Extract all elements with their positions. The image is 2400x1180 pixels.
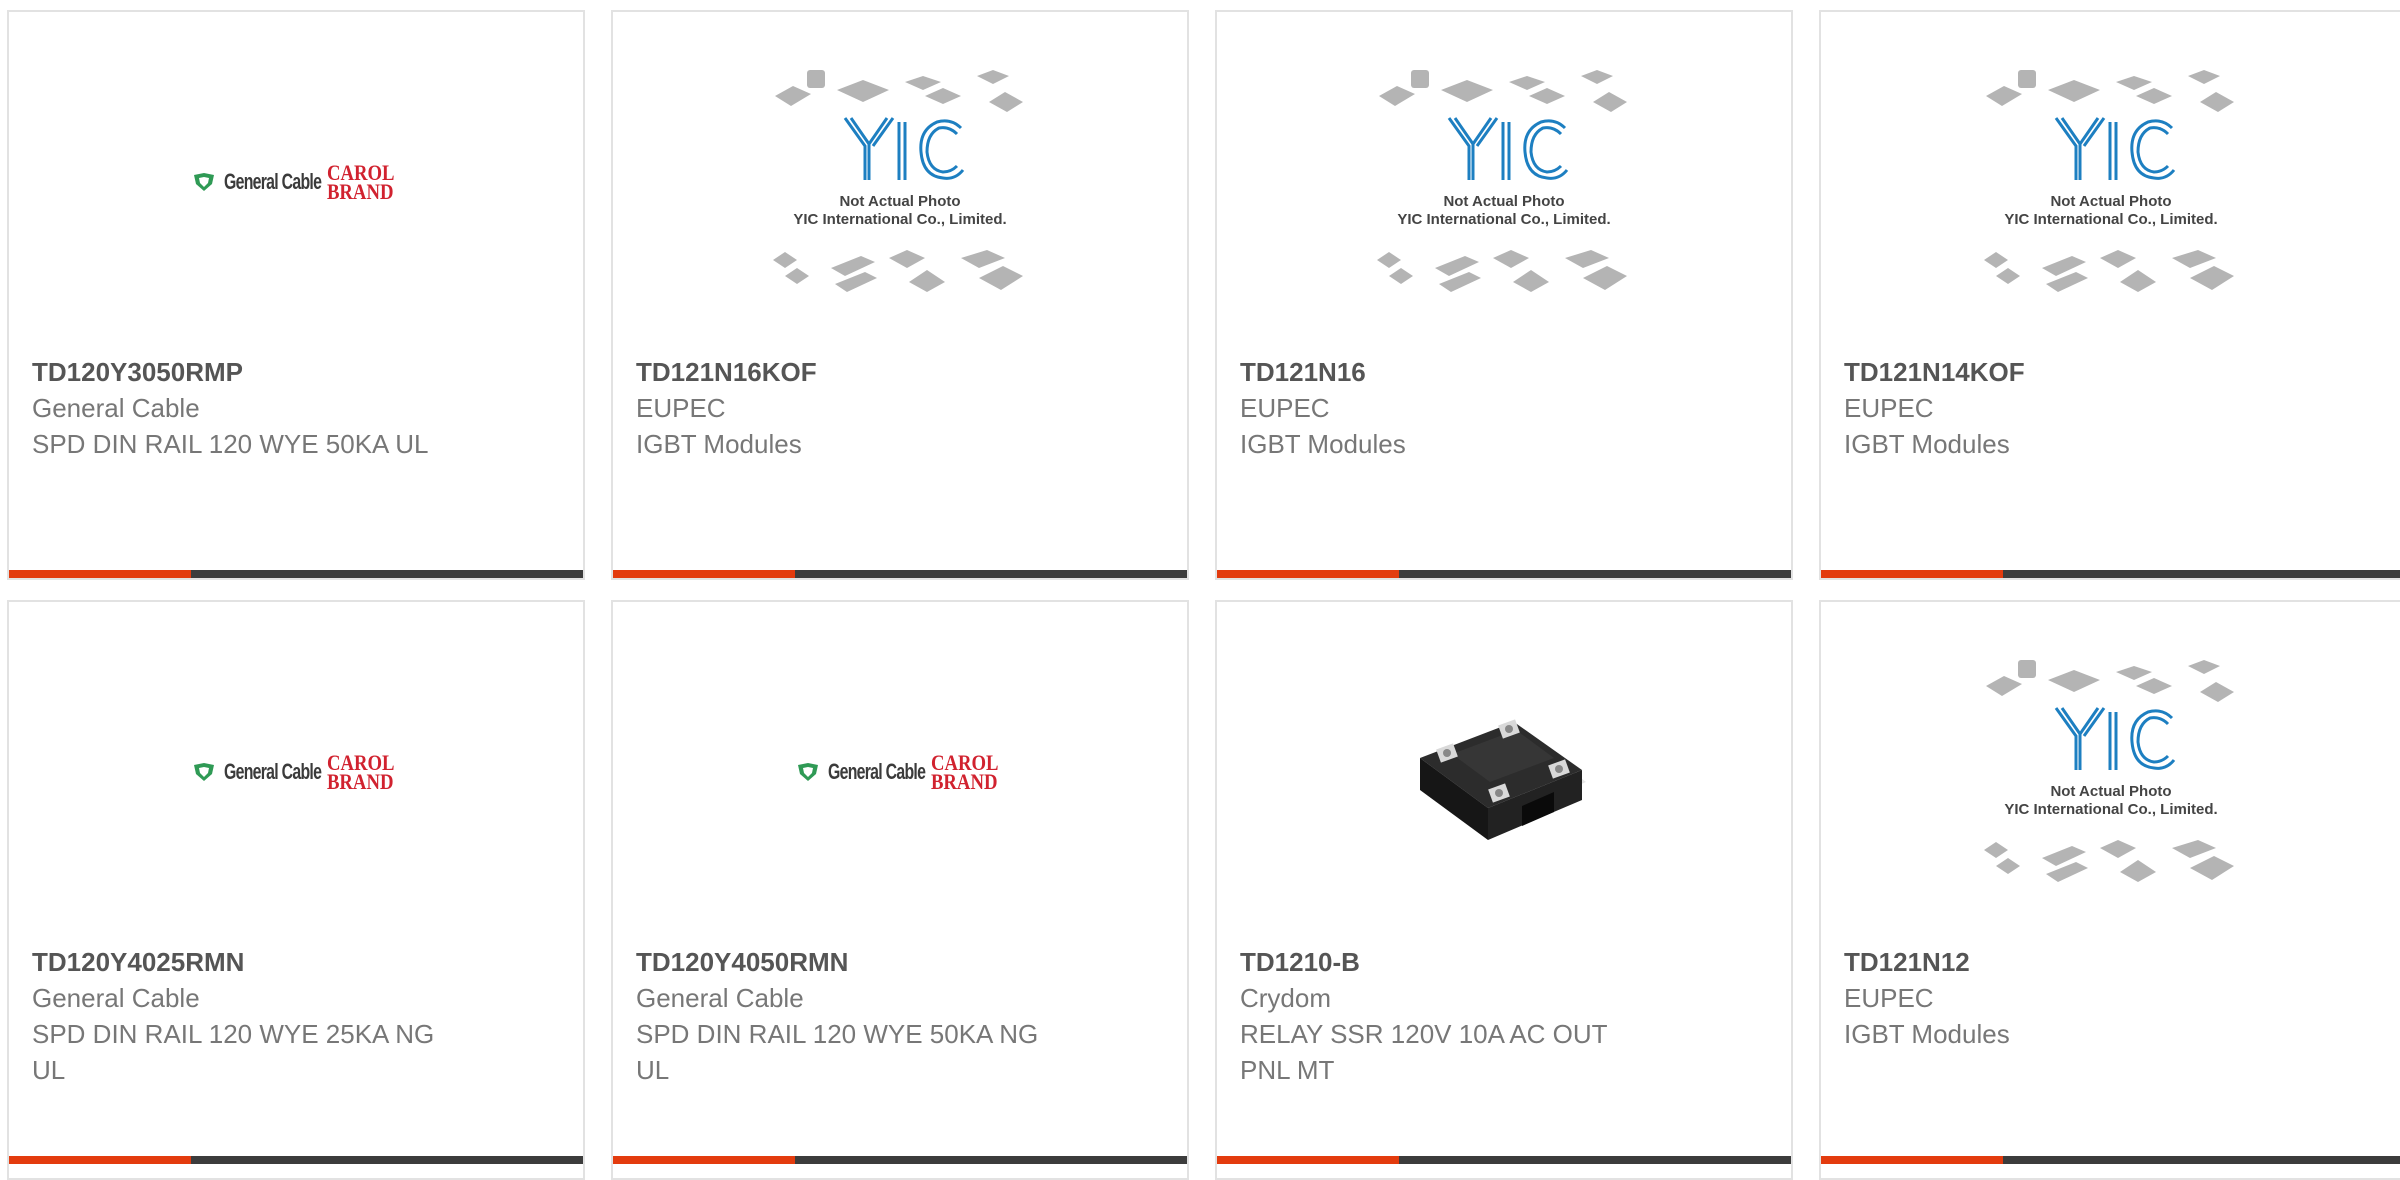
product-image[interactable]: General Cable CAROL BRAND bbox=[613, 602, 1187, 942]
part-number[interactable]: TD120Y4050RMN bbox=[636, 944, 1167, 980]
card-footer-bar bbox=[613, 570, 1187, 578]
description: SPD DIN RAIL 120 WYE 50KA NG UL bbox=[636, 1019, 1039, 1085]
product-info: TD121N16 EUPEC IGBT Modules bbox=[1240, 354, 1771, 462]
part-number[interactable]: TD120Y4025RMN bbox=[32, 944, 563, 980]
accent-bar bbox=[1217, 1156, 1399, 1164]
product-card[interactable]: General Cable CAROL BRAND TD120Y4025RMN … bbox=[7, 600, 585, 1180]
product-info: TD1210-B Crydom RELAY SSR 120V 10A AC OU… bbox=[1240, 944, 1771, 1088]
card-footer-bar bbox=[1821, 570, 2400, 578]
product-grid: General Cable CAROL BRAND TD120Y3050RMP … bbox=[0, 0, 2400, 1180]
carol-brand-logo: CAROL BRAND bbox=[326, 752, 395, 794]
product-image[interactable]: Not Actual Photo YIC International Co., … bbox=[1217, 12, 1791, 352]
part-number[interactable]: TD121N12 bbox=[1844, 944, 2380, 980]
not-actual-photo-image: Not Actual Photo YIC International Co., … bbox=[1983, 660, 2234, 882]
product-info: TD120Y4050RMN General Cable SPD DIN RAIL… bbox=[636, 944, 1167, 1088]
part-number[interactable]: TD121N14KOF bbox=[1844, 354, 2380, 390]
manufacturer: EUPEC bbox=[1240, 393, 1330, 423]
placeholder-company: YIC International Co., Limited. bbox=[2004, 211, 2217, 228]
placeholder-caption: Not Actual Photo bbox=[2050, 193, 2171, 210]
manufacturer: General Cable bbox=[636, 983, 804, 1013]
product-info: TD120Y4025RMN General Cable SPD DIN RAIL… bbox=[32, 944, 563, 1088]
shield-icon bbox=[193, 763, 214, 781]
card-footer-bar bbox=[613, 1156, 1187, 1164]
card-footer-bar bbox=[1217, 1156, 1791, 1164]
product-info: TD121N12 EUPEC IGBT Modules bbox=[1844, 944, 2380, 1052]
part-number[interactable]: TD1210-B bbox=[1240, 944, 1771, 980]
product-image[interactable]: General Cable CAROL BRAND bbox=[9, 602, 583, 942]
description: RELAY SSR 120V 10A AC OUT PNL MT bbox=[1240, 1019, 1608, 1085]
logo-text: BRAND bbox=[326, 179, 394, 204]
placeholder-company: YIC International Co., Limited. bbox=[793, 211, 1006, 228]
placeholder-caption: Not Actual Photo bbox=[2050, 783, 2171, 800]
product-card[interactable]: Not Actual Photo YIC International Co., … bbox=[1819, 10, 2400, 580]
placeholder-company: YIC International Co., Limited. bbox=[2004, 801, 2217, 818]
manufacturer: EUPEC bbox=[636, 393, 726, 423]
manufacturer: EUPEC bbox=[1844, 393, 1934, 423]
product-card[interactable]: General Cable CAROL BRAND TD120Y3050RMP … bbox=[7, 10, 585, 580]
shield-icon bbox=[797, 763, 818, 781]
description: IGBT Modules bbox=[1844, 429, 2010, 459]
card-footer-bar bbox=[1821, 1156, 2400, 1164]
general-cable-logo: General Cable CAROL BRAND bbox=[192, 162, 400, 204]
logo-text: BRAND bbox=[930, 769, 998, 794]
placeholder-caption: Not Actual Photo bbox=[1443, 193, 1564, 210]
relay-photo bbox=[1420, 719, 1586, 840]
accent-bar bbox=[1217, 570, 1399, 578]
card-footer-bar bbox=[9, 1156, 583, 1164]
logo-text: General Cable bbox=[827, 759, 926, 784]
placeholder-caption: Not Actual Photo bbox=[839, 193, 960, 210]
shield-icon bbox=[193, 173, 214, 191]
placeholder-company: YIC International Co., Limited. bbox=[1397, 211, 1610, 228]
carol-brand-logo: CAROL BRAND bbox=[326, 162, 395, 204]
accent-bar bbox=[613, 570, 795, 578]
general-cable-logo: General Cable CAROL BRAND bbox=[796, 752, 1004, 794]
manufacturer: Crydom bbox=[1240, 983, 1332, 1013]
accent-bar bbox=[613, 1156, 795, 1164]
description: SPD DIN RAIL 120 WYE 50KA UL bbox=[32, 429, 429, 459]
accent-bar bbox=[9, 570, 191, 578]
part-number[interactable]: TD121N16 bbox=[1240, 354, 1771, 390]
product-card[interactable]: Not Actual Photo YIC International Co., … bbox=[1215, 10, 1793, 580]
manufacturer: General Cable bbox=[32, 983, 200, 1013]
accent-bar bbox=[9, 1156, 191, 1164]
accent-bar bbox=[1821, 1156, 2003, 1164]
part-number[interactable]: TD120Y3050RMP bbox=[32, 354, 563, 390]
product-image[interactable]: General Cable CAROL BRAND bbox=[9, 12, 583, 352]
description: SPD DIN RAIL 120 WYE 25KA NG UL bbox=[32, 1019, 435, 1085]
product-info: TD121N16KOF EUPEC IGBT Modules bbox=[636, 354, 1167, 462]
part-number[interactable]: TD121N16KOF bbox=[636, 354, 1167, 390]
general-cable-logo: General Cable CAROL BRAND bbox=[192, 752, 400, 794]
manufacturer: EUPEC bbox=[1844, 983, 1934, 1013]
product-image[interactable]: Not Actual Photo YIC International Co., … bbox=[613, 12, 1187, 352]
description: IGBT Modules bbox=[1844, 1019, 2010, 1049]
not-actual-photo-image: Not Actual Photo YIC International Co., … bbox=[773, 70, 1023, 292]
card-footer-bar bbox=[9, 570, 583, 578]
product-card[interactable]: TD1210-B Crydom RELAY SSR 120V 10A AC OU… bbox=[1215, 600, 1793, 1180]
manufacturer: General Cable bbox=[32, 393, 200, 423]
logo-text: General Cable bbox=[223, 169, 322, 194]
description: IGBT Modules bbox=[1240, 429, 1406, 459]
logo-text: General Cable bbox=[223, 759, 322, 784]
carol-brand-logo: CAROL BRAND bbox=[930, 752, 999, 794]
product-card[interactable]: General Cable CAROL BRAND TD120Y4050RMN … bbox=[611, 600, 1189, 1180]
accent-bar bbox=[1821, 570, 2003, 578]
card-footer-bar bbox=[1217, 570, 1791, 578]
product-image[interactable] bbox=[1217, 602, 1791, 942]
not-actual-photo-image: Not Actual Photo YIC International Co., … bbox=[1377, 70, 1627, 292]
product-info: TD121N14KOF EUPEC IGBT Modules bbox=[1844, 354, 2380, 462]
not-actual-photo-image: Not Actual Photo YIC International Co., … bbox=[1983, 70, 2234, 292]
product-image[interactable]: Not Actual Photo YIC International Co., … bbox=[1821, 12, 2400, 352]
product-card[interactable]: Not Actual Photo YIC International Co., … bbox=[611, 10, 1189, 580]
logo-text: BRAND bbox=[326, 769, 394, 794]
product-info: TD120Y3050RMP General Cable SPD DIN RAIL… bbox=[32, 354, 563, 462]
product-image[interactable]: Not Actual Photo YIC International Co., … bbox=[1821, 602, 2400, 942]
description: IGBT Modules bbox=[636, 429, 802, 459]
product-card[interactable]: Not Actual Photo YIC International Co., … bbox=[1819, 600, 2400, 1180]
